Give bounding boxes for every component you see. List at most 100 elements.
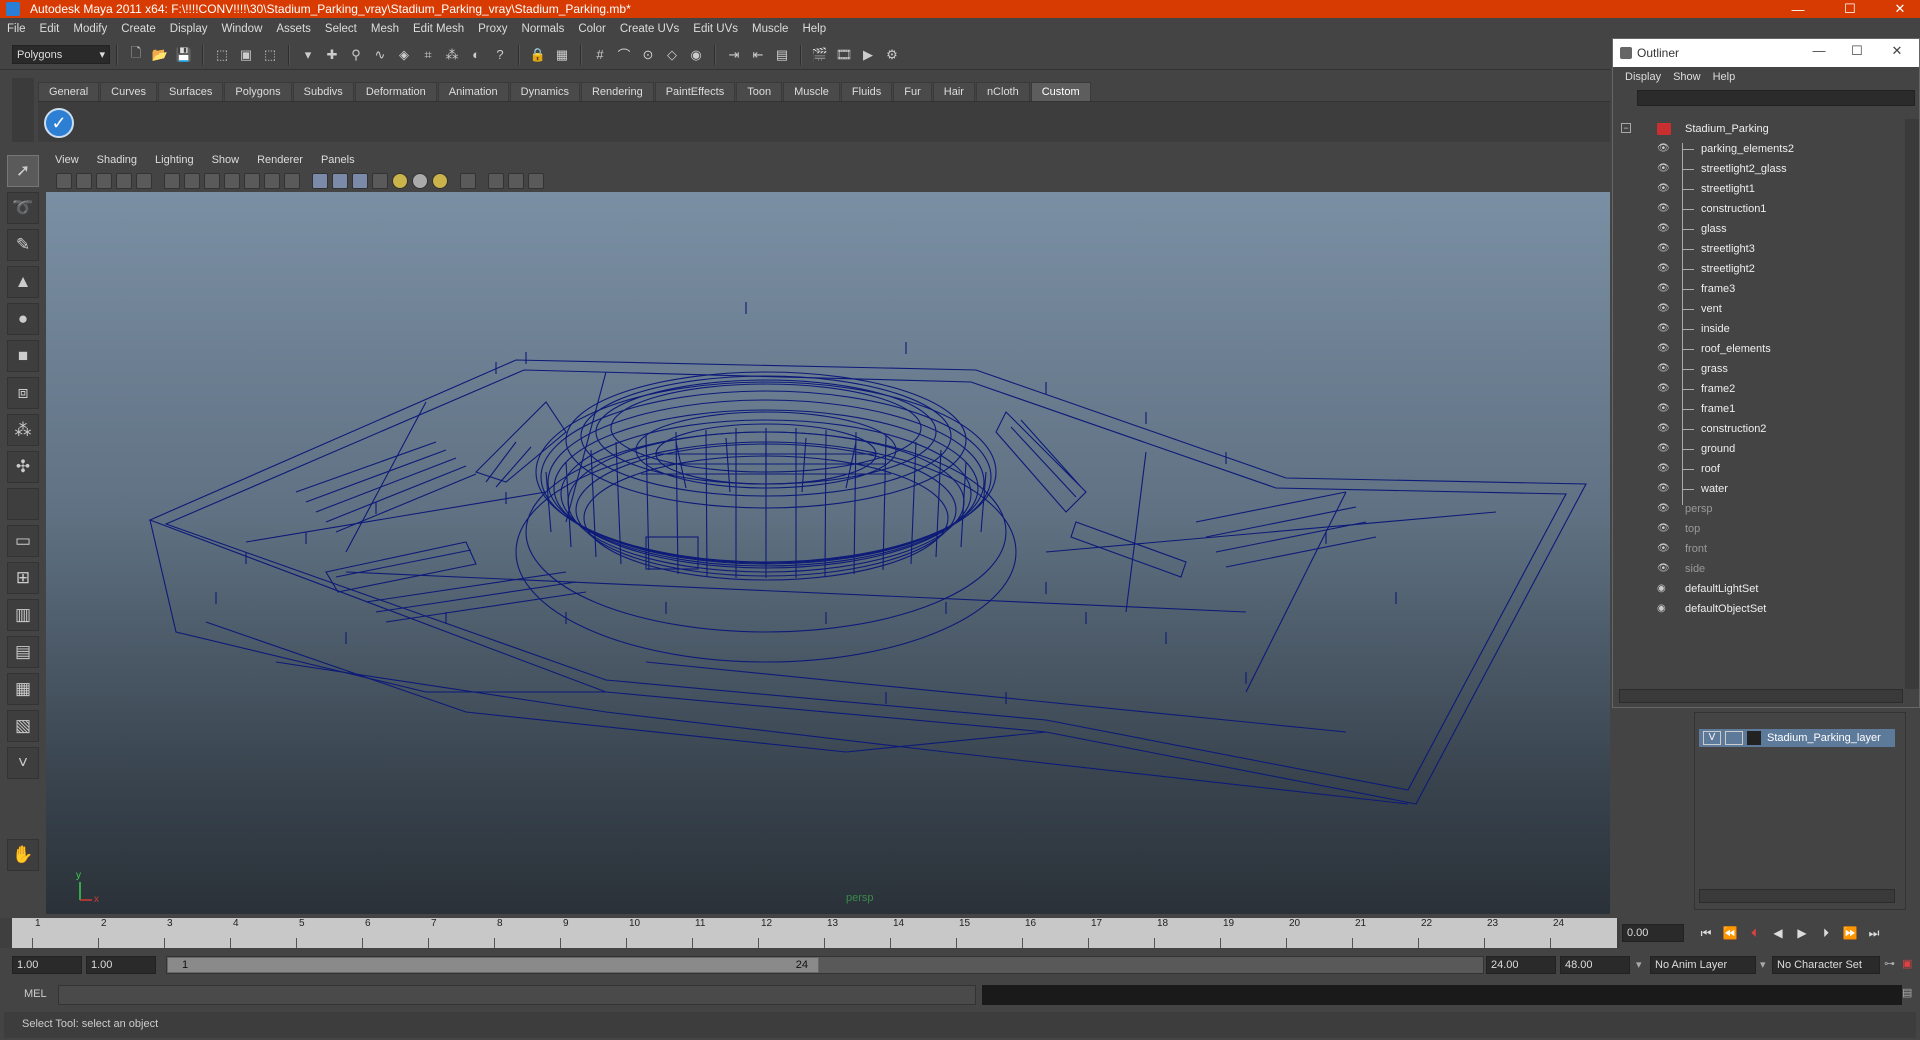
tab-hair[interactable]: Hair: [932, 82, 975, 101]
mel-input[interactable]: [58, 985, 976, 1005]
select-curves-icon[interactable]: ∿: [370, 45, 390, 65]
menu-color[interactable]: Color: [571, 23, 612, 35]
outliner-vscroll[interactable]: [1905, 119, 1919, 689]
outliner-child-item[interactable]: 👁 water: [1613, 479, 1905, 499]
outliner-child-item[interactable]: 👁 construction2: [1613, 419, 1905, 439]
panel-menu-view[interactable]: View: [46, 154, 88, 166]
layer-hscroll[interactable]: [1699, 889, 1895, 903]
menu-normals[interactable]: Normals: [515, 23, 572, 35]
outliner-set-item[interactable]: ◉ defaultObjectSet: [1613, 599, 1905, 619]
chevron-down-icon[interactable]: ▾: [1636, 958, 1642, 971]
tab-toon[interactable]: Toon: [736, 82, 783, 101]
hypershade-layout-icon[interactable]: ▦: [7, 673, 39, 705]
hud-icon[interactable]: [528, 173, 544, 189]
outliner-child-item[interactable]: 👁 ground: [1613, 439, 1905, 459]
smooth-shade-icon[interactable]: [332, 173, 348, 189]
open-scene-icon[interactable]: 📂: [150, 45, 170, 65]
safe-action-icon[interactable]: [264, 173, 280, 189]
panel-menu-shading[interactable]: Shading: [88, 154, 146, 166]
panel-menu-lighting[interactable]: Lighting: [146, 154, 203, 166]
tab-animation[interactable]: Animation: [437, 82, 509, 101]
time-slider[interactable]: 1 2 3 4 5 6 7 8 9 10 11 12 13 14 15 16 17 18 19 20 21 22 23 24: [0, 918, 1620, 948]
playback-start-field[interactable]: 1.00: [86, 956, 156, 974]
input-ops-icon[interactable]: ⇥: [724, 45, 744, 65]
mel-label[interactable]: MEL: [24, 988, 47, 1000]
step-forward-key-icon[interactable]: ⏩: [1838, 926, 1862, 940]
checkmark-icon[interactable]: ✓: [44, 108, 74, 138]
outliner-menu-help[interactable]: Help: [1707, 71, 1742, 83]
current-time-field[interactable]: 0.00: [1622, 924, 1684, 942]
select-component-icon[interactable]: ⬚: [260, 45, 280, 65]
paint-select-icon[interactable]: ✎: [7, 229, 39, 261]
menu-edit-mesh[interactable]: Edit Mesh: [406, 23, 471, 35]
save-scene-icon[interactable]: 💾: [174, 45, 194, 65]
outliner-child-item[interactable]: 👁 roof: [1613, 459, 1905, 479]
render-current-icon[interactable]: 🎞: [834, 45, 854, 65]
make-live-icon[interactable]: ◉: [686, 45, 706, 65]
image-plane-icon[interactable]: [116, 173, 132, 189]
play-backward-icon[interactable]: ◀: [1766, 926, 1790, 940]
step-back-key-icon[interactable]: ⏪: [1718, 926, 1742, 940]
outliner-root-item[interactable]: − Stadium_Parking: [1613, 119, 1905, 139]
outliner-child-item[interactable]: 👁 frame1: [1613, 399, 1905, 419]
camera-attr-icon[interactable]: [76, 173, 92, 189]
menu-proxy[interactable]: Proxy: [471, 23, 514, 35]
tab-custom[interactable]: Custom: [1030, 82, 1091, 101]
menu-create[interactable]: Create: [114, 23, 163, 35]
tab-dynamics[interactable]: Dynamics: [509, 82, 580, 101]
outliner-camera-item[interactable]: 👁 persp: [1613, 499, 1905, 519]
hand-icon[interactable]: ✋: [7, 839, 39, 871]
outliner-camera-item[interactable]: 👁 top: [1613, 519, 1905, 539]
range-slider[interactable]: 1 24: [166, 956, 1484, 974]
select-deformations-icon[interactable]: ⌗: [418, 45, 438, 65]
outliner-child-item[interactable]: 👁 frame3: [1613, 279, 1905, 299]
render-view-icon[interactable]: 🎬: [810, 45, 830, 65]
xray-icon[interactable]: [488, 173, 504, 189]
menu-modify[interactable]: Modify: [66, 23, 114, 35]
perspective-viewport[interactable]: persp y x: [46, 192, 1610, 914]
resolution-gate-icon[interactable]: [204, 173, 220, 189]
bookmark-icon[interactable]: [96, 173, 112, 189]
graph-persp-layout-icon[interactable]: ▤: [7, 636, 39, 668]
chevron-down-icon[interactable]: ▾: [1760, 958, 1766, 971]
textured-icon[interactable]: [372, 173, 388, 189]
layer-type-toggle[interactable]: [1725, 731, 1743, 745]
lasso-tool-icon[interactable]: ➰: [7, 192, 39, 224]
tab-rendering[interactable]: Rendering: [580, 82, 654, 101]
outliner-maximize-button[interactable]: ☐: [1837, 43, 1877, 59]
select-rendering-icon[interactable]: ◐: [466, 45, 486, 65]
outliner-child-item[interactable]: 👁 frame2: [1613, 379, 1905, 399]
move-tool-icon[interactable]: ▲: [7, 266, 39, 298]
tab-painteffects[interactable]: PaintEffects: [654, 82, 736, 101]
outliner-child-item[interactable]: 👁 inside: [1613, 319, 1905, 339]
last-tool-icon[interactable]: [7, 488, 39, 520]
construction-history-icon[interactable]: ▤: [772, 45, 792, 65]
xray-joints-icon[interactable]: [508, 173, 524, 189]
select-misc-icon[interactable]: ?: [490, 45, 510, 65]
panel-menu-renderer[interactable]: Renderer: [248, 154, 312, 166]
safe-title-icon[interactable]: [284, 173, 300, 189]
tab-general[interactable]: General: [38, 82, 100, 101]
select-handles-icon[interactable]: ✚: [322, 45, 342, 65]
menu-file[interactable]: File: [0, 23, 33, 35]
outliner-child-item[interactable]: 👁 vent: [1613, 299, 1905, 319]
single-pane-layout-icon[interactable]: ▭: [7, 525, 39, 557]
tab-curves[interactable]: Curves: [100, 82, 157, 101]
menu-display[interactable]: Display: [163, 23, 215, 35]
two-d-pan-icon[interactable]: [136, 173, 152, 189]
panel-menu-show[interactable]: Show: [203, 154, 249, 166]
snap-plane-icon[interactable]: ◇: [662, 45, 682, 65]
select-tool-icon[interactable]: ➚: [7, 155, 39, 187]
outliner-child-item[interactable]: 👁 grass: [1613, 359, 1905, 379]
select-dynamics-icon[interactable]: ⁂: [442, 45, 462, 65]
outliner-child-item[interactable]: 👁 streetlight2: [1613, 259, 1905, 279]
layer-visibility-toggle[interactable]: V: [1703, 731, 1721, 745]
highlight-selection-icon[interactable]: ▦: [552, 45, 572, 65]
output-ops-icon[interactable]: ⇤: [748, 45, 768, 65]
minimize-button[interactable]: —: [1778, 0, 1818, 18]
lock-selection-icon[interactable]: 🔒: [528, 45, 548, 65]
custom-layout-icon[interactable]: ▧: [7, 710, 39, 742]
menu-edit-uvs[interactable]: Edit UVs: [686, 23, 745, 35]
play-forward-icon[interactable]: ▶: [1790, 926, 1814, 940]
select-joints-icon[interactable]: ⚲: [346, 45, 366, 65]
